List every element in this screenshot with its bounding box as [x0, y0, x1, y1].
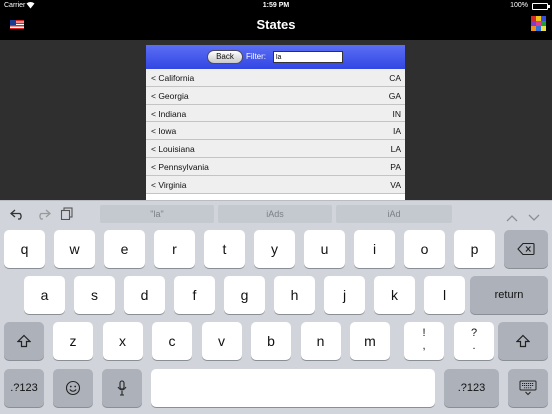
- chevron-down-icon[interactable]: [528, 209, 540, 221]
- state-name: < Iowa: [151, 126, 177, 137]
- key-p[interactable]: p: [454, 230, 495, 268]
- page-title: States: [256, 17, 296, 32]
- on-screen-keyboard: "la" iAds iAd return ! , ? . .?123 .?123…: [0, 200, 552, 414]
- state-abbreviation: IN: [392, 108, 402, 119]
- state-name: < Virginia: [151, 179, 187, 190]
- key-s[interactable]: s: [74, 276, 115, 314]
- key-c[interactable]: c: [152, 322, 192, 360]
- state-name: < Louisiana: [151, 144, 195, 155]
- key-x[interactable]: x: [102, 322, 143, 360]
- key-j[interactable]: j: [324, 276, 365, 314]
- emoji-key[interactable]: [53, 369, 93, 407]
- microphone-key[interactable]: [102, 369, 142, 407]
- state-abbreviation: GA: [388, 90, 401, 101]
- hide-keyboard-key[interactable]: [508, 369, 548, 407]
- undo-icon[interactable]: [10, 207, 28, 221]
- state-abbreviation: VA: [390, 179, 401, 190]
- return-key[interactable]: return: [470, 276, 548, 314]
- numbers-key-right[interactable]: .?123: [444, 369, 499, 407]
- state-row[interactable]: < Virginia VA: [146, 175, 405, 194]
- key-a[interactable]: a: [24, 276, 65, 314]
- suggestion-bar: "la" iAds iAd: [0, 200, 552, 227]
- suggestion-3[interactable]: iAd: [336, 205, 452, 223]
- states-list-panel: Back Filter: < CaliforniaCA< GeorgiaGA< …: [146, 45, 405, 200]
- key-f[interactable]: f: [174, 276, 215, 314]
- color-swatch: [541, 26, 546, 31]
- key-v[interactable]: v: [201, 322, 242, 360]
- filter-input[interactable]: [273, 51, 343, 63]
- key-n[interactable]: n: [300, 322, 341, 360]
- state-row[interactable]: < Indiana IN: [146, 104, 405, 123]
- numbers-key-left[interactable]: .?123: [4, 369, 44, 407]
- state-row[interactable]: < California CA: [146, 69, 405, 87]
- key-o[interactable]: o: [404, 230, 445, 268]
- key-b[interactable]: b: [251, 322, 291, 360]
- filter-bar: Back Filter:: [146, 45, 405, 69]
- shift-key-left[interactable]: [4, 322, 44, 360]
- key-m[interactable]: m: [350, 322, 390, 360]
- question-period-key[interactable]: ? .: [454, 322, 494, 360]
- key-l[interactable]: l: [424, 276, 465, 314]
- key-u[interactable]: u: [304, 230, 345, 268]
- back-button[interactable]: Back: [207, 50, 243, 64]
- navigation-bar: States: [0, 12, 552, 40]
- state-abbreviation: IA: [392, 126, 401, 137]
- key-z[interactable]: z: [53, 322, 93, 360]
- key-e[interactable]: e: [104, 230, 145, 268]
- status-time: 1:59 PM: [262, 2, 290, 9]
- exclamation-comma-key[interactable]: ! ,: [404, 322, 444, 360]
- key-t[interactable]: t: [204, 230, 245, 268]
- state-abbreviation: CA: [389, 73, 401, 83]
- status-bar: Carrier 1:59 PM 100%: [0, 0, 552, 12]
- suggestion-1[interactable]: "la": [100, 205, 214, 223]
- state-abbreviation: PA: [390, 161, 401, 172]
- key-d[interactable]: d: [124, 276, 165, 314]
- filter-label: Filter:: [246, 52, 266, 61]
- key-g[interactable]: g: [224, 276, 265, 314]
- key-w[interactable]: w: [54, 230, 95, 268]
- key-h[interactable]: h: [274, 276, 315, 314]
- shift-key-right[interactable]: [498, 322, 548, 360]
- color-grid-icon[interactable]: [531, 16, 546, 31]
- redo-icon[interactable]: [35, 207, 53, 221]
- state-row[interactable]: < Iowa IA: [146, 122, 405, 141]
- state-abbreviation: LA: [390, 144, 401, 155]
- key-k[interactable]: k: [374, 276, 415, 314]
- state-name: < Indiana: [151, 108, 187, 119]
- space-key[interactable]: [151, 369, 435, 407]
- battery-percent: 100%: [510, 2, 528, 9]
- states-list: < California CA < Georgia GA < Indiana IN < Io…: [146, 69, 405, 194]
- paste-icon[interactable]: [60, 207, 78, 221]
- delete-key[interactable]: [504, 230, 548, 268]
- key-i[interactable]: i: [354, 230, 395, 268]
- chevron-up-icon[interactable]: [506, 209, 518, 222]
- state-name: < Pennsylvania: [151, 161, 209, 172]
- battery-icon: [532, 3, 550, 10]
- state-name: < California: [151, 73, 195, 83]
- state-row[interactable]: < Georgia GA: [146, 86, 405, 105]
- key-y[interactable]: y: [254, 230, 295, 268]
- key-q[interactable]: q: [4, 230, 45, 268]
- state-row[interactable]: < Pennsylvania PA: [146, 157, 405, 176]
- state-name: < Georgia: [151, 90, 189, 101]
- key-r[interactable]: r: [154, 230, 195, 268]
- state-row[interactable]: < Louisiana LA: [146, 140, 405, 158]
- suggestion-2[interactable]: iAds: [218, 205, 332, 223]
